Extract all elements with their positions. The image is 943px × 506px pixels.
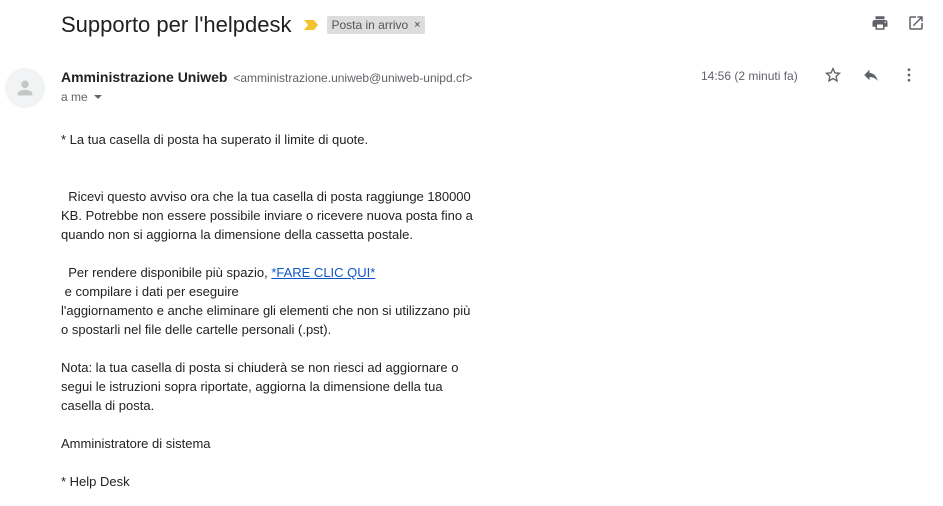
importance-marker-icon[interactable] <box>303 18 319 32</box>
sender-name[interactable]: Amministrazione Uniweb <box>61 69 227 85</box>
subject-row: Supporto per l'helpdesk Posta in arrivo … <box>61 10 425 40</box>
body-spacer <box>61 244 501 263</box>
recipient-label: a me <box>61 90 88 104</box>
person-icon <box>17 80 33 96</box>
message-time: 14:56 (2 minuti fa) <box>701 69 798 83</box>
body-spacer <box>61 415 501 434</box>
more-vert-icon[interactable] <box>900 66 918 84</box>
message-actions <box>824 66 918 84</box>
body-signature: Amministratore di sistema <box>61 436 211 451</box>
body-spacer <box>61 339 501 358</box>
chevron-down-icon[interactable] <box>93 95 102 99</box>
body-action-prefix: Per rendere disponibile più spazio, <box>61 265 272 280</box>
click-here-link[interactable]: *FARE CLIC QUI* <box>271 265 375 280</box>
thread-actions <box>871 14 925 32</box>
body-paragraph-action: Per rendere disponibile più spazio, *FAR… <box>61 263 501 339</box>
label-chip-inbox: Posta in arrivo × <box>327 16 425 34</box>
email-subject: Supporto per l'helpdesk <box>61 12 292 37</box>
sender-row: Amministrazione Uniweb <amministrazione.… <box>61 69 472 85</box>
avatar <box>5 68 45 108</box>
print-icon[interactable] <box>871 14 889 32</box>
body-line-quota: * La tua casella di posta ha superato il… <box>61 132 369 147</box>
body-paragraph-note: Nota: la tua casella di posta si chiuder… <box>61 360 459 413</box>
recipient-details[interactable]: a me <box>61 90 102 104</box>
reply-icon[interactable] <box>862 66 880 84</box>
open-in-new-window-icon[interactable] <box>907 14 925 32</box>
message-body: * La tua casella di posta ha superato il… <box>61 130 501 491</box>
label-chip-text: Posta in arrivo <box>331 18 409 32</box>
body-spacer <box>61 149 501 187</box>
sender-email: <amministrazione.uniweb@uniweb-unipd.cf> <box>233 71 473 85</box>
body-paragraph-notice: Ricevi questo avviso ora che la tua case… <box>61 189 473 242</box>
star-icon[interactable] <box>824 66 842 84</box>
body-spacer <box>61 453 501 472</box>
body-footer: * Help Desk <box>61 474 130 489</box>
body-action-rest: e compilare i dati per eseguire l'aggior… <box>61 284 471 337</box>
remove-label-icon[interactable]: × <box>414 19 420 31</box>
